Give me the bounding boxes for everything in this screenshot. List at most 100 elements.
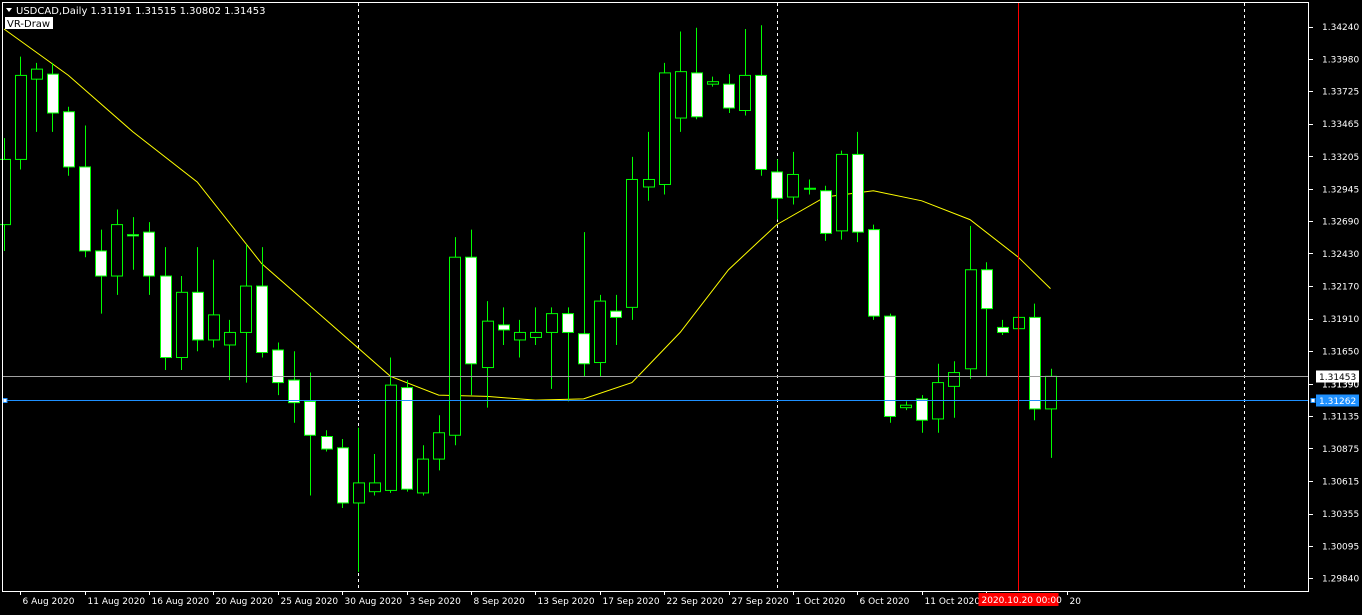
candle-body (916, 398, 928, 421)
candle-body (449, 256, 461, 436)
candle-body (820, 190, 832, 234)
y-axis-label: 1.34240 (1322, 23, 1359, 33)
candle-body (47, 73, 59, 114)
x-axis-label: 20 Aug 2020 (216, 597, 274, 607)
y-axis-label: 1.33465 (1322, 120, 1359, 130)
candle (836, 150, 848, 240)
y-axis-label: 1.31910 (1322, 315, 1359, 325)
chart-window[interactable]: 1.34240 1.33980 1.33725 1.33465 1.33205 1.329… (0, 0, 1362, 611)
candle-body (482, 320, 494, 369)
x-axis-label: 6 Aug 2020 (23, 597, 75, 607)
candle (820, 185, 832, 241)
y-axis-label: 1.30615 (1322, 478, 1359, 488)
candle-body (643, 178, 655, 188)
x-axis-label: 11 Oct 2020 (925, 597, 981, 607)
y-axis-label: 1.31650 (1322, 348, 1359, 358)
candle-body (997, 326, 1009, 333)
candle-body (192, 291, 204, 341)
candle-body (675, 71, 687, 119)
symbol-info: USDCAD,Daily 1.31191 1.31515 1.30802 1.3… (16, 6, 266, 17)
candle-body (739, 74, 751, 112)
candle-body (530, 331, 542, 338)
candle-body (804, 187, 816, 190)
candle-body (965, 269, 977, 370)
x-axis-label: 25 Aug 2020 (281, 597, 339, 607)
candle-body (176, 291, 188, 359)
y-axis-label: 1.32430 (1322, 250, 1359, 260)
y-axis-label: 1.32945 (1322, 185, 1359, 195)
candle-body (143, 231, 155, 277)
candle-body (433, 432, 445, 460)
candle-body (691, 72, 703, 118)
candle-body (353, 482, 365, 504)
hline-anchor-right[interactable] (1310, 398, 1316, 403)
candle-body (321, 436, 333, 450)
candle-body (288, 379, 300, 404)
candle-body (900, 404, 912, 409)
candle-body (498, 324, 510, 331)
candle-body (1029, 316, 1041, 410)
candle-body (304, 400, 316, 436)
candle-body (337, 447, 349, 504)
x-axis-label: 20 (1070, 597, 1082, 607)
bid-price-tag: 1.31453 (1319, 373, 1356, 383)
vline-time-tag: 2020.10.20 00:00 (982, 596, 1063, 606)
hline-price-tag: 1.31262 (1319, 397, 1356, 407)
candle-body (79, 166, 91, 252)
candle-body (868, 229, 880, 317)
candle-body (771, 171, 783, 199)
candle-body (465, 256, 477, 365)
x-axis-label: 1 Oct 2020 (796, 597, 846, 607)
candle (401, 380, 413, 492)
candle (868, 224, 880, 320)
candle-body (884, 315, 896, 417)
x-axis-label: 3 Sep 2020 (410, 597, 462, 607)
candle-body (981, 269, 993, 310)
y-axis-label: 1.29840 (1322, 575, 1359, 585)
x-axis-label: 11 Aug 2020 (88, 597, 146, 607)
candle-body (0, 158, 11, 226)
indicator-label: VR-Draw (7, 19, 50, 30)
candle-body (755, 74, 767, 170)
candle-body (401, 387, 413, 490)
candle-body (111, 224, 123, 277)
candle-body (160, 275, 172, 359)
price-chart[interactable]: 1.34240 1.33980 1.33725 1.33465 1.33205 1.329… (0, 0, 1362, 611)
candle-body (836, 153, 848, 232)
candle-body (31, 68, 43, 80)
candle (63, 106, 75, 176)
x-axis-label: 17 Sep 2020 (603, 597, 660, 607)
candle-body (659, 72, 671, 185)
candle-body (127, 234, 139, 237)
candle-body (256, 285, 268, 353)
candle-body (707, 81, 719, 85)
candle (449, 237, 461, 446)
x-axis-label: 27 Sep 2020 (732, 597, 789, 607)
x-axis-label: 13 Sep 2020 (538, 597, 595, 607)
candle (659, 62, 671, 195)
candle-body (852, 153, 864, 233)
candle (337, 439, 349, 508)
x-axis-label: 22 Sep 2020 (667, 597, 724, 607)
hline-anchor-left[interactable] (2, 398, 8, 403)
candle-body (1045, 375, 1057, 410)
candle-body (272, 349, 284, 384)
y-axis-label: 1.33725 (1322, 88, 1359, 98)
candle-body (95, 250, 107, 277)
candle-body (562, 313, 574, 333)
y-axis-label: 1.33205 (1322, 153, 1359, 163)
candle-body (787, 173, 799, 198)
candle-body (417, 458, 429, 494)
x-axis-label: 8 Sep 2020 (474, 597, 526, 607)
y-axis-label: 1.30355 (1322, 510, 1359, 520)
y-axis-label: 1.32690 (1322, 217, 1359, 227)
candle-body (240, 285, 252, 333)
x-axis-label: 6 Oct 2020 (860, 597, 910, 607)
candle (626, 156, 638, 320)
candle-body (610, 310, 622, 318)
candle-body (224, 331, 236, 346)
y-axis-label: 1.32170 (1322, 283, 1359, 293)
candle-body (369, 482, 381, 493)
candle-body (723, 83, 735, 109)
x-axis-label: 16 Aug 2020 (152, 597, 210, 607)
